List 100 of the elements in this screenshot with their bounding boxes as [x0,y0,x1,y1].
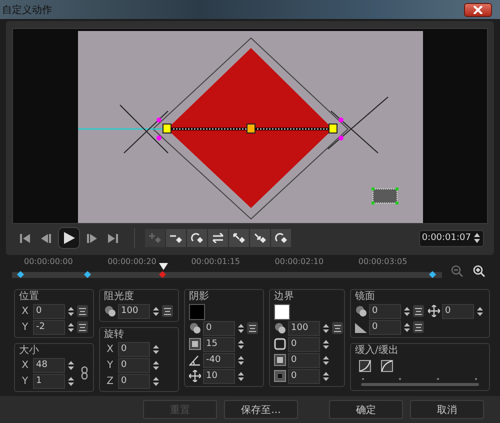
spin-button[interactable] [152,358,160,372]
zoom-in-icon [473,265,485,277]
spin-button[interactable] [67,374,75,388]
color-swatch[interactable] [189,304,205,320]
spin-button[interactable] [237,322,245,334]
axis-label: Y [106,360,114,370]
value-field[interactable]: 0 [288,352,320,368]
zoom-out-button[interactable] [450,264,464,278]
dialog-button[interactable]: 确定 [329,400,403,419]
keyframe-marker[interactable] [17,270,24,278]
time-label: 00:00:01:15 [191,257,241,266]
angle-icon [189,354,201,366]
menu-button[interactable] [162,305,173,317]
zoom-in-button[interactable] [472,264,486,278]
spinner-icon [477,306,483,316]
menu-button[interactable] [413,305,424,317]
spin-button[interactable] [67,304,75,318]
value-field[interactable]: 0 [118,374,150,388]
spin-button[interactable] [403,304,411,318]
play-button[interactable] [58,227,80,249]
menu-icon [164,308,171,314]
plus-diamond-icon [149,233,161,243]
spin-button[interactable] [322,338,330,350]
curve-icon [359,360,371,372]
spin-button[interactable] [476,304,484,318]
square-icon [274,354,286,366]
object-thumbnail[interactable] [371,188,398,204]
close-button[interactable] [464,2,492,16]
menu-button[interactable] [332,322,343,334]
value-field[interactable]: 0 [118,342,150,356]
value-field[interactable]: 15 [203,336,235,352]
spinner-icon [238,354,244,366]
spinner-icon [404,322,410,332]
dialog-button[interactable]: 取消 [410,400,484,419]
spin-button[interactable] [322,370,330,382]
group-title: 旋转 [104,329,125,341]
spin-button[interactable] [322,354,330,366]
dialog-button[interactable]: 保存至... [224,400,298,419]
value-field[interactable]: 1 [33,374,65,388]
square-icon [189,338,201,350]
gradient-icon [355,321,367,333]
keyframe-marker[interactable] [428,270,436,278]
value-field[interactable]: 0 [203,320,235,336]
value-field[interactable]: 0 [369,304,401,318]
value-field[interactable]: -40 [203,352,235,368]
value-field[interactable]: 10 [203,368,235,384]
value-field[interactable]: 0 [288,336,320,352]
group-title: 位置 [19,291,40,303]
menu-icon [415,308,422,314]
spinner-icon [323,370,329,382]
spin-button[interactable] [152,374,160,388]
spin-button[interactable] [67,320,75,334]
spinner-icon [238,322,244,334]
spinner-icon [68,306,74,316]
spin-button[interactable] [152,304,160,318]
time-label: 00:00:02:10 [274,257,325,266]
value-field[interactable]: 48 [33,358,65,372]
keyframe-marker[interactable] [84,270,91,278]
value-field[interactable]: 0 [118,358,150,372]
remove-keyframe-button[interactable] [166,229,186,247]
value-field[interactable]: 0 [33,304,65,318]
value-field[interactable]: 0 [442,304,474,318]
axis-label: X [20,306,30,316]
menu-button[interactable] [413,321,424,333]
value-field[interactable]: 100 [288,320,320,336]
next-keyframe-button[interactable] [250,229,270,247]
menu-icon [415,324,422,330]
spin-button[interactable] [237,338,245,350]
minus-diamond-icon [170,233,182,243]
menu-button[interactable] [77,305,88,317]
spinner-icon [153,360,159,370]
spin-button[interactable] [152,342,160,356]
value-field[interactable]: 0 [288,368,320,384]
swap-button[interactable] [208,229,228,247]
value-field[interactable]: 100 [118,304,150,318]
skip-start-icon [20,234,30,242]
ease-in-button[interactable] [359,360,371,372]
menu-button[interactable] [77,321,88,333]
reverse-button[interactable] [187,229,207,247]
spin-button[interactable] [67,358,75,372]
zoom-out-icon [451,265,463,277]
group-title: 缓入/缓出 [355,345,400,357]
value-field[interactable]: -2 [33,320,65,334]
spinner-icon [474,232,480,244]
spin-button[interactable] [322,322,330,334]
menu-button[interactable] [247,322,258,334]
rotate-button[interactable] [271,229,291,247]
value-field[interactable]: 0 [369,320,401,334]
chain-link-icon[interactable] [81,366,88,380]
menu-icon [249,324,256,332]
color-swatch[interactable] [274,304,290,320]
previous-keyframe-button[interactable] [229,229,249,247]
spin-button[interactable] [403,320,411,334]
spin-button[interactable] [237,370,245,382]
keyframe-marker[interactable] [158,270,166,278]
menu-icon [334,324,341,332]
spinner-icon [238,338,244,350]
timecode-field[interactable]: 0:00:01:07 [419,230,484,246]
spin-button[interactable] [237,354,245,366]
ease-out-button[interactable] [381,360,393,372]
